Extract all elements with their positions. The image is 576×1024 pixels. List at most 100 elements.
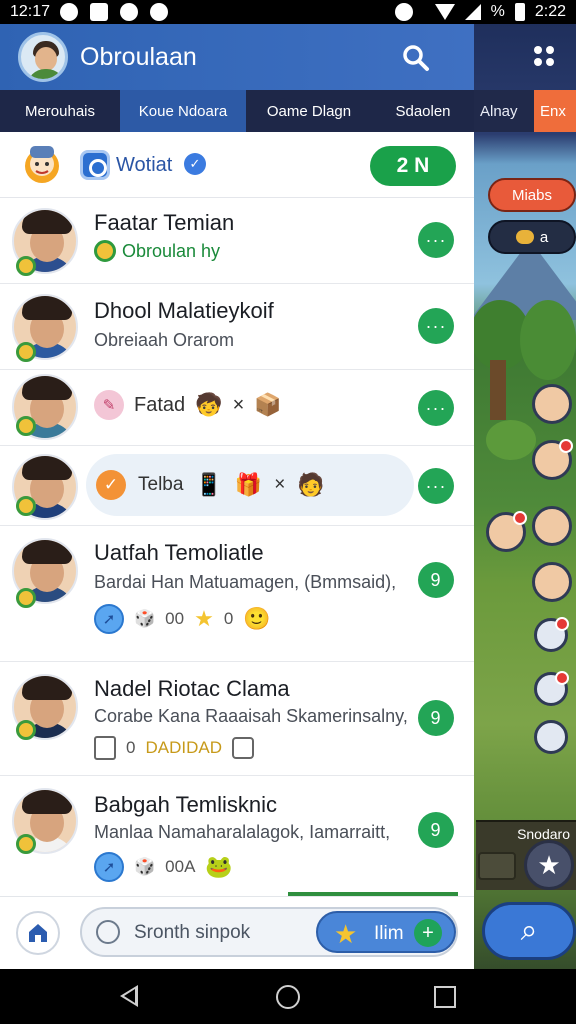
- meta-count: 00A: [165, 857, 196, 876]
- game-search-button[interactable]: ⌕: [482, 902, 576, 960]
- recent-apps-icon[interactable]: [434, 986, 456, 1008]
- home-icon: [29, 924, 47, 942]
- game-search-icon[interactable]: [534, 720, 568, 754]
- mail-icon[interactable]: [534, 671, 569, 706]
- contact-subtitle: Obroulan hy: [122, 240, 221, 261]
- message-text: Fatad: [134, 393, 186, 416]
- online-status-icon: [16, 416, 36, 436]
- app-panel: Obroulaan Merouhais Koue Ndoara Oame Dla…: [0, 24, 474, 969]
- message-extra: ×: [232, 393, 245, 416]
- search-icon[interactable]: [402, 44, 430, 79]
- system-nav-bar: [0, 969, 576, 1024]
- game-avatar[interactable]: [532, 562, 572, 602]
- progress-indicator: [288, 892, 458, 896]
- message-bubble[interactable]: ✓ Telba 📱 🎁 × 🧑: [86, 454, 414, 516]
- app-logo-icon: [80, 150, 110, 180]
- list-item[interactable]: Nadel Riotac Clama Corabe Kana Raaaisah …: [0, 662, 474, 776]
- message-icon: [90, 3, 109, 21]
- contact-name: Dhool Malatieykoif: [94, 298, 274, 323]
- tab-oame-dlagn[interactable]: Oame Dlagn: [246, 90, 372, 132]
- notification-icon: [60, 3, 79, 21]
- game-dark-pill[interactable]: a: [488, 220, 576, 254]
- meta-label: DADIDAD: [145, 738, 222, 757]
- list-icon: [94, 736, 116, 760]
- message-preview: ✎ Fatad 🧒 × 📦: [94, 390, 282, 420]
- chat-action-button[interactable]: 9: [418, 562, 454, 598]
- phone-sticker-icon: 📱: [195, 472, 223, 497]
- game-avatar[interactable]: [532, 506, 572, 546]
- game-avatar[interactable]: [534, 617, 569, 652]
- list-item[interactable]: Babgah Temlisknic Manlaa Namaharalalagok…: [0, 776, 474, 896]
- list-item[interactable]: Faatar Temian Obroulan hy ···: [0, 198, 474, 284]
- notification-badge: [555, 671, 569, 685]
- phone-screen: 12:17 % 2:22 Alnay Enx Miabs a Snodaro ★: [0, 0, 576, 1024]
- list-item[interactable]: Uatfah Temoliatle Bardai Han Matuamagen,…: [0, 526, 474, 662]
- compass-icon: [96, 920, 120, 944]
- tab-merouhais[interactable]: Merouhais: [0, 90, 120, 132]
- home-button[interactable]: [16, 911, 60, 955]
- app-title: Obroulaan: [80, 42, 197, 71]
- contact-name: Babgah Temlisknic: [94, 792, 278, 817]
- bottom-action-pill[interactable]: ★ Ilim +: [316, 911, 456, 953]
- search-input[interactable]: [134, 919, 314, 947]
- contact-subtitle: Bardai Han Matuamagen, (Bmmsaid),: [94, 572, 397, 592]
- chat-action-button[interactable]: 9: [418, 812, 454, 848]
- wifi-icon: [434, 4, 455, 20]
- chat-action-button[interactable]: ···: [418, 308, 454, 344]
- chat-action-button[interactable]: ···: [418, 222, 454, 258]
- calendar-icon: [231, 737, 254, 759]
- chat-action-button[interactable]: ···: [418, 468, 454, 504]
- status-icon: [94, 240, 116, 262]
- game-avatar[interactable]: [532, 384, 572, 424]
- coin-icon: [515, 230, 534, 244]
- avatar-face: [35, 47, 57, 71]
- send-icon[interactable]: ➚: [94, 604, 124, 634]
- tab-sdaolen[interactable]: Sdaolen: [372, 90, 474, 132]
- tree: [520, 300, 576, 380]
- tab-bar: Merouhais Koue Ndoara Oame Dlagn Sdaolen: [0, 90, 474, 132]
- battery-icon: [514, 3, 525, 21]
- tree-trunk: [490, 360, 506, 420]
- contact-name: Uatfah Temoliatle: [94, 540, 264, 565]
- status-time: 12:17: [10, 3, 51, 20]
- game-red-pill[interactable]: Miabs: [488, 178, 576, 212]
- message-meta: ➚ 🎲 00 ★ 0 🙂: [94, 604, 271, 634]
- game-avatar[interactable]: [532, 439, 573, 480]
- character-sticker-icon: 🧑: [297, 472, 325, 497]
- list-item[interactable]: ✎ Fatad 🧒 × 📦 ···: [0, 370, 474, 446]
- star-badge-icon: ★: [334, 919, 358, 949]
- meta-count-2: 0: [223, 609, 234, 628]
- check-icon: ✓: [96, 470, 126, 500]
- box-sticker-icon: 📦: [254, 392, 282, 417]
- search-bar[interactable]: ★ Ilim +: [80, 907, 458, 957]
- list-item[interactable]: Dhool Malatieykoif Obreiaah Orarom ···: [0, 284, 474, 370]
- game-tab-highlight[interactable]: Enx: [534, 90, 576, 132]
- bottom-bar: ★ Ilim +: [0, 892, 474, 969]
- back-icon[interactable]: [120, 985, 138, 1007]
- online-status-icon: [16, 834, 36, 854]
- send-icon[interactable]: ➚: [94, 852, 124, 882]
- status-right-time: 2:22: [534, 3, 566, 20]
- gift-icon: 🎲: [134, 609, 156, 628]
- tab-koue-ndoara[interactable]: Koue Ndoara: [120, 90, 246, 132]
- frog-sticker-icon: 🐸: [205, 854, 233, 879]
- game-slot[interactable]: [478, 852, 516, 880]
- list-item[interactable]: ✓ Telba 📱 🎁 × 🧑 ···: [0, 446, 474, 526]
- chat-action-button[interactable]: 9: [418, 700, 454, 736]
- grid-menu-icon[interactable]: [534, 46, 554, 66]
- alarm-icon: [394, 3, 413, 21]
- profile-avatar[interactable]: [18, 32, 68, 82]
- star-icon[interactable]: ★: [524, 840, 574, 890]
- promo-cta-button[interactable]: 2 N: [370, 146, 456, 186]
- notification-badge: [555, 617, 569, 631]
- game-avatar[interactable]: [486, 511, 527, 552]
- add-icon[interactable]: +: [414, 919, 442, 947]
- chat-action-button[interactable]: ···: [418, 390, 454, 426]
- bubble-extra: ×: [274, 474, 286, 495]
- promo-row: Wotiat ✓ 2 N: [0, 132, 474, 198]
- meta-count: 0: [126, 738, 136, 757]
- signal-icon: [464, 4, 481, 20]
- online-status-icon: [16, 342, 36, 362]
- home-circle-icon[interactable]: [276, 985, 300, 1009]
- status-bar: 12:17 % 2:22: [0, 0, 576, 24]
